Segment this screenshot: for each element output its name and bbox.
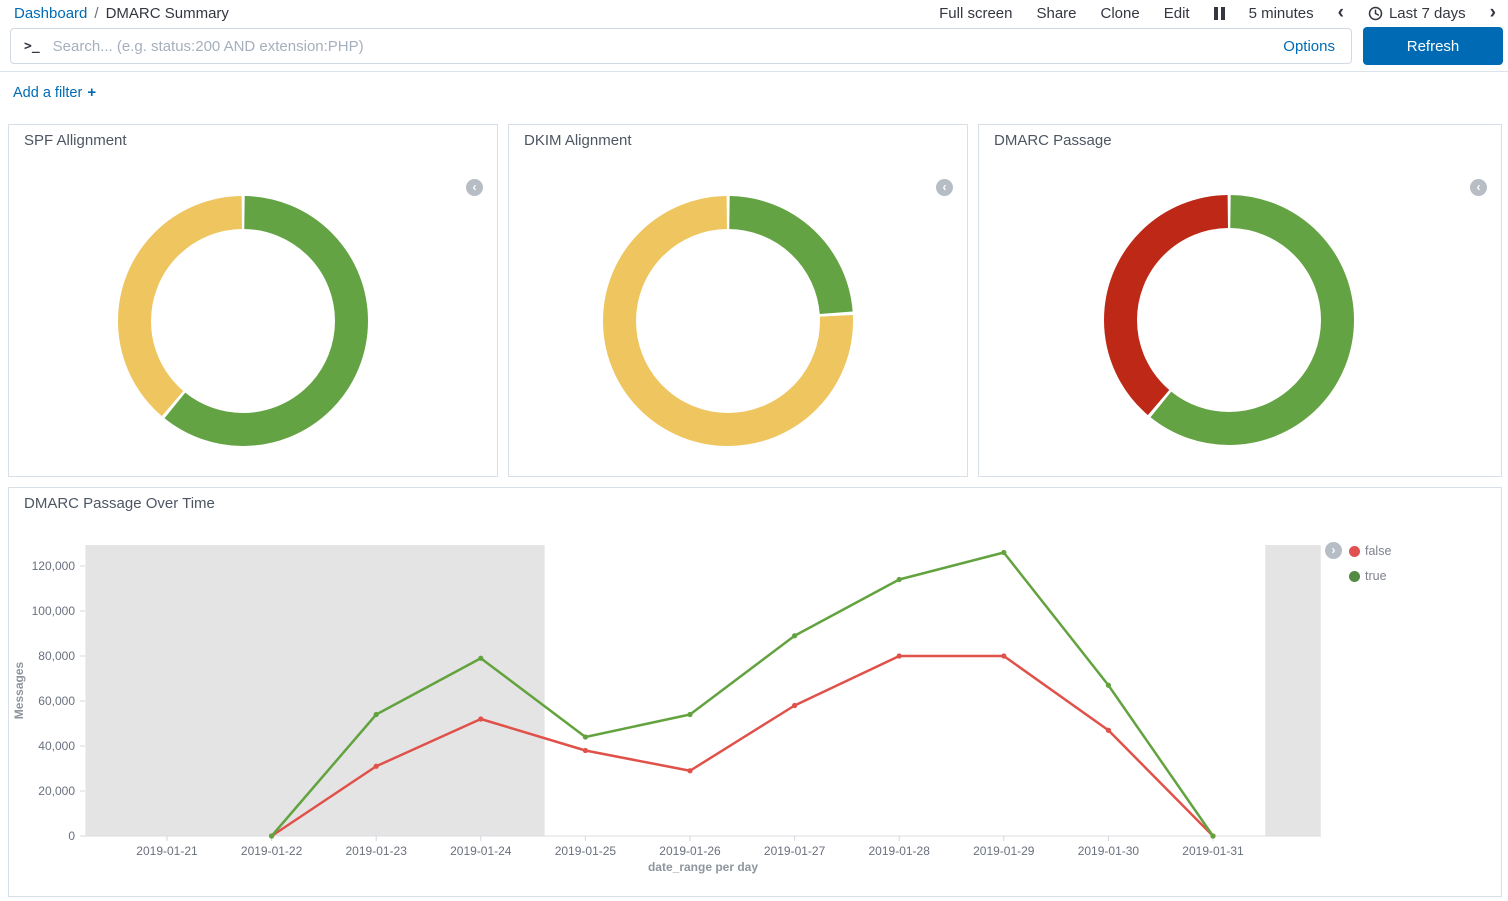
breadcrumb-dashboard-link[interactable]: Dashboard bbox=[14, 5, 87, 22]
x-tick-label: 2019-01-26 bbox=[659, 844, 721, 858]
clone-button[interactable]: Clone bbox=[1101, 5, 1140, 22]
point-false-2019-01-29[interactable] bbox=[1001, 653, 1006, 658]
point-true-2019-01-22[interactable] bbox=[269, 833, 274, 838]
point-false-2019-01-30[interactable] bbox=[1106, 728, 1111, 733]
edit-button[interactable]: Edit bbox=[1164, 5, 1190, 22]
header-divider bbox=[0, 71, 1508, 72]
panel-title: DKIM Alignment bbox=[524, 132, 632, 149]
time-filter-shade bbox=[85, 545, 544, 836]
timeline-line-chart[interactable]: 0 20,000 40,000 60,000 80,000 100,000 120,000 2… bbox=[9, 488, 1501, 896]
panel-title: DMARC Passage bbox=[994, 132, 1112, 149]
point-true-2019-01-31[interactable] bbox=[1210, 833, 1215, 838]
x-tick-label: 2019-01-31 bbox=[1182, 844, 1244, 858]
legend-item-true[interactable]: true bbox=[1349, 569, 1391, 583]
y-axis-title: Messages bbox=[12, 661, 26, 719]
point-false-2019-01-28[interactable] bbox=[897, 653, 902, 658]
point-true-2019-01-27[interactable] bbox=[792, 633, 797, 638]
x-tick-label: 2019-01-23 bbox=[346, 844, 408, 858]
legend-collapse-button chevron-left-icon[interactable]: ‹ bbox=[466, 179, 483, 196]
breadcrumb-separator: / bbox=[94, 5, 98, 22]
options-link[interactable]: Options bbox=[1283, 38, 1335, 55]
y-tick-label: 80,000 bbox=[38, 649, 75, 663]
point-false-2019-01-23[interactable] bbox=[374, 764, 379, 769]
query-row: >_ Options Refresh bbox=[0, 27, 1508, 65]
spf-donut-chart[interactable] bbox=[116, 194, 370, 453]
chart-legend: false true bbox=[1349, 544, 1391, 583]
x-tick-label: 2019-01-30 bbox=[1078, 844, 1140, 858]
y-tick-label: 40,000 bbox=[38, 739, 75, 753]
point-true-2019-01-29[interactable] bbox=[1001, 550, 1006, 555]
point-true-2019-01-30[interactable] bbox=[1106, 683, 1111, 688]
legend-label-true: true bbox=[1365, 569, 1387, 583]
panel-dkim-alignment: DKIM Alignment ‹ bbox=[508, 124, 968, 477]
legend-dot-true bbox=[1349, 571, 1360, 582]
panel-dmarc-passage: DMARC Passage ‹ bbox=[978, 124, 1502, 477]
x-tick-label: 2019-01-24 bbox=[450, 844, 512, 858]
full-screen-button[interactable]: Full screen bbox=[939, 5, 1012, 22]
dkim-donut-chart[interactable] bbox=[601, 194, 855, 453]
breadcrumb: Dashboard / DMARC Summary bbox=[14, 5, 229, 22]
donut-svg bbox=[116, 194, 370, 448]
terminal-prompt-icon: >_ bbox=[24, 39, 40, 54]
y-tick-label: 100,000 bbox=[32, 604, 76, 618]
legend-label-false: false bbox=[1365, 544, 1391, 558]
x-tick-label: 2019-01-25 bbox=[555, 844, 617, 858]
toolbar: Full screen Share Clone Edit 5 minutes ‹… bbox=[939, 4, 1496, 22]
legend-collapse-button chevron-left-icon[interactable]: ‹ bbox=[936, 179, 953, 196]
filter-bar: Add a filter + bbox=[13, 84, 96, 101]
legend-expand-button chevron-right-icon[interactable]: › bbox=[1325, 542, 1342, 559]
y-tick-label: 60,000 bbox=[38, 694, 75, 708]
point-false-2019-01-25[interactable] bbox=[583, 748, 588, 753]
breadcrumb-current: DMARC Summary bbox=[106, 5, 229, 22]
time-filter-shade bbox=[1265, 545, 1320, 836]
x-tick-label: 2019-01-22 bbox=[241, 844, 303, 858]
top-navbar: Dashboard / DMARC Summary Full screen Sh… bbox=[0, 0, 1508, 26]
donut-svg bbox=[1102, 193, 1356, 447]
dmarc-donut-chart[interactable] bbox=[1102, 193, 1356, 452]
share-button[interactable]: Share bbox=[1036, 5, 1076, 22]
point-true-2019-01-23[interactable] bbox=[374, 712, 379, 717]
point-true-2019-01-25[interactable] bbox=[583, 734, 588, 739]
point-true-2019-01-24[interactable] bbox=[478, 656, 483, 661]
x-tick-label: 2019-01-21 bbox=[136, 844, 198, 858]
x-tick-label: 2019-01-29 bbox=[973, 844, 1035, 858]
legend-dot-false bbox=[1349, 546, 1360, 557]
y-tick-label: 0 bbox=[68, 829, 75, 843]
y-tick-label: 20,000 bbox=[38, 784, 75, 798]
y-tick-label: 120,000 bbox=[32, 559, 76, 573]
search-bar: >_ Options bbox=[10, 28, 1352, 64]
time-range-picker[interactable]: Last 7 days bbox=[1368, 5, 1466, 22]
x-tick-label: 2019-01-27 bbox=[764, 844, 826, 858]
refresh-button[interactable]: Refresh bbox=[1363, 27, 1503, 65]
x-axis-title: date_range per day bbox=[648, 860, 758, 874]
panel-dmarc-passage-over-time: DMARC Passage Over Time 020,00040,00060,… bbox=[8, 487, 1502, 897]
point-false-2019-01-27[interactable] bbox=[792, 703, 797, 708]
panel-title: SPF Allignment bbox=[24, 132, 127, 149]
donut-svg bbox=[601, 194, 855, 448]
panel-spf-alignment: SPF Allignment ‹ bbox=[8, 124, 498, 477]
legend-collapse-button chevron-left-icon[interactable]: ‹ bbox=[1470, 179, 1487, 196]
point-true-2019-01-28[interactable] bbox=[897, 577, 902, 582]
legend-item-false[interactable]: false bbox=[1349, 544, 1391, 558]
point-false-2019-01-24[interactable] bbox=[478, 716, 483, 721]
plus-icon: + bbox=[87, 84, 96, 101]
refresh-interval-button[interactable]: 5 minutes bbox=[1249, 5, 1314, 22]
time-prev-button chevron-left-icon[interactable]: ‹ bbox=[1338, 4, 1344, 22]
time-next-button chevron-right-icon[interactable]: › bbox=[1490, 4, 1496, 22]
point-true-2019-01-26[interactable] bbox=[687, 712, 692, 717]
clock-icon bbox=[1368, 6, 1383, 21]
x-tick-label: 2019-01-28 bbox=[869, 844, 931, 858]
point-false-2019-01-26[interactable] bbox=[687, 768, 692, 773]
search-input[interactable] bbox=[51, 37, 1284, 56]
timeline-svg: 0 20,000 40,000 60,000 80,000 100,000 120,000 2… bbox=[9, 488, 1501, 896]
add-filter-link[interactable]: Add a filter bbox=[13, 85, 82, 101]
pause-icon[interactable] bbox=[1214, 7, 1225, 20]
time-range-label: Last 7 days bbox=[1389, 5, 1466, 22]
